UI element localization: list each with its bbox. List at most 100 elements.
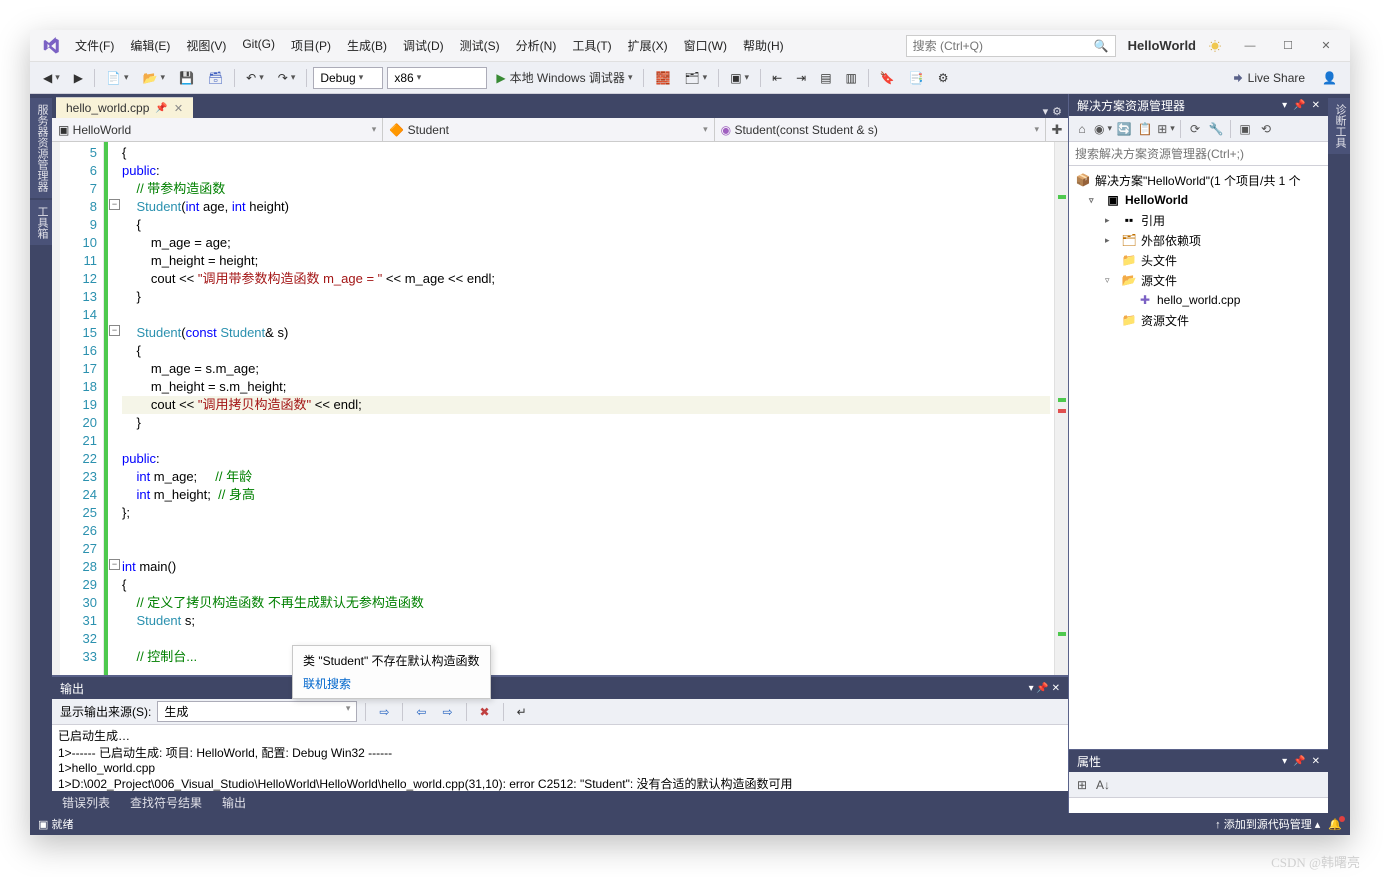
sln-tool-5[interactable]: 🔧 (1207, 120, 1225, 138)
prop-close-icon[interactable]: ✕ (1312, 756, 1320, 767)
config-dropdown[interactable]: Debug (313, 67, 383, 89)
output-clear-icon[interactable]: ✖ (475, 701, 495, 723)
overview-ruler[interactable] (1054, 142, 1068, 675)
sln-home-icon[interactable]: ⌂ (1073, 120, 1091, 138)
solution-search-input[interactable] (1075, 147, 1322, 161)
sln-tool-7[interactable]: ⟲ (1257, 120, 1275, 138)
nav-back-button[interactable]: ◀ (38, 67, 65, 89)
toolbox-tab[interactable]: 工具箱 (30, 200, 52, 245)
prop-categorize-icon[interactable]: ⊞ (1073, 776, 1091, 794)
menu-item[interactable]: 扩展(X) (621, 33, 675, 58)
close-tab-icon[interactable]: ✕ (174, 102, 183, 115)
uncomment-icon[interactable]: ▥ (841, 67, 862, 89)
sln-tool-3[interactable]: ⊞ (1157, 120, 1175, 138)
menu-item[interactable]: 项目(P) (284, 33, 338, 58)
tool-icon-1[interactable]: 🧱 (650, 67, 675, 89)
nav-forward-button[interactable]: ▶ (69, 67, 88, 89)
prop-sort-icon[interactable]: A↓ (1094, 776, 1112, 794)
tooltip-search-link[interactable]: 联机搜索 (303, 675, 480, 692)
output-tab[interactable]: 输出 (218, 792, 250, 813)
indent-in-icon[interactable]: ⇥ (791, 67, 811, 89)
tool-icon-2[interactable]: 🗂 (679, 67, 712, 89)
menu-item[interactable]: 调试(D) (396, 33, 451, 58)
project-node[interactable]: ▿▣HelloWorld (1069, 190, 1328, 210)
headers-node[interactable]: 📁头文件 (1069, 250, 1328, 270)
menu-item[interactable]: 帮助(H) (736, 33, 791, 58)
tabstrip-menu-icon[interactable]: ▾ (1043, 105, 1049, 118)
menu-item[interactable]: 分析(N) (509, 33, 564, 58)
output-pin-icon[interactable]: ▾ 📌 ✕ (1029, 683, 1060, 694)
outlining-margin[interactable]: −−− (104, 142, 118, 675)
tool-icon-3[interactable]: ▣ (725, 67, 754, 89)
server-explorer-tab[interactable]: 服务器资源管理器 (30, 98, 52, 198)
open-button[interactable]: 📂 (137, 67, 169, 89)
menu-item[interactable]: 窗口(W) (677, 33, 734, 58)
notification-bell-icon[interactable]: 🔔 (1328, 818, 1342, 831)
close-button[interactable]: ✕ (1308, 34, 1344, 58)
sln-tool-1[interactable]: ◉ (1094, 120, 1112, 138)
save-button[interactable]: 💾 (174, 67, 199, 89)
menu-item[interactable]: Git(G) (235, 33, 282, 58)
pane-close-icon[interactable]: ✕ (1312, 100, 1320, 111)
pane-menu-icon[interactable]: ▾ (1282, 100, 1287, 111)
search-input[interactable] (913, 39, 1094, 53)
find-symbol-tab[interactable]: 查找符号结果 (126, 792, 206, 813)
output-next-icon[interactable]: ⇨ (437, 701, 457, 723)
sln-tool-4[interactable]: ⟳ (1186, 120, 1204, 138)
resources-node[interactable]: 📁资源文件 (1069, 310, 1328, 330)
minimize-button[interactable]: — (1232, 34, 1268, 58)
split-view-button[interactable]: ✚ (1046, 118, 1068, 141)
live-share-button[interactable]: Live Share (1222, 69, 1313, 87)
undo-button[interactable]: ↶ (241, 67, 269, 89)
source-node[interactable]: ▿📂源文件 (1069, 270, 1328, 290)
output-source-dropdown[interactable]: 生成▾ (157, 701, 357, 722)
tool-icon-4[interactable]: 📑 (904, 67, 929, 89)
sln-tool-2[interactable]: 📋 (1136, 120, 1154, 138)
save-all-button[interactable]: 🗃 (203, 67, 228, 89)
solution-root[interactable]: 📦解决方案"HelloWorld"(1 个项目/共 1 个 (1069, 170, 1328, 190)
notification-bulb-icon[interactable] (1208, 38, 1224, 54)
menu-item[interactable]: 视图(V) (179, 33, 233, 58)
tabstrip-options-icon[interactable]: ⚙ (1052, 105, 1062, 118)
indent-out-icon[interactable]: ⇤ (767, 67, 787, 89)
pane-pin-icon[interactable]: 📌 (1293, 100, 1305, 111)
output-prev-icon[interactable]: ⇦ (411, 701, 431, 723)
feedback-icon[interactable]: 👤 (1317, 67, 1342, 89)
menu-item[interactable]: 测试(S) (453, 33, 507, 58)
code-body[interactable]: {public: // 带参构造函数 Student(int age, int … (118, 142, 1054, 675)
class-dropdown[interactable]: 🔶 Student▾ (383, 118, 714, 141)
bookmark-icon[interactable]: 🔖 (875, 67, 900, 89)
output-goto-icon[interactable]: ⇨ (374, 701, 394, 723)
external-deps-node[interactable]: ▸🗂外部依赖项 (1069, 230, 1328, 250)
menu-item[interactable]: 工具(T) (565, 33, 618, 58)
menu-item[interactable]: 编辑(E) (123, 33, 177, 58)
tool-icon-5[interactable]: ⚙ (933, 67, 954, 89)
references-node[interactable]: ▸▪▪引用 (1069, 210, 1328, 230)
pin-icon[interactable]: 📌 (155, 103, 167, 114)
error-list-tab[interactable]: 错误列表 (58, 792, 114, 813)
solution-tree[interactable]: 📦解决方案"HelloWorld"(1 个项目/共 1 个 ▿▣HelloWor… (1069, 166, 1328, 749)
sln-sync-icon[interactable]: 🔄 (1115, 120, 1133, 138)
scope-dropdown[interactable]: ▣ HelloWorld▾ (52, 118, 383, 141)
comment-icon[interactable]: ▤ (815, 67, 836, 89)
sln-tool-6[interactable]: ▣ (1236, 120, 1254, 138)
prop-menu-icon[interactable]: ▾ (1282, 756, 1287, 767)
prop-pin-icon[interactable]: 📌 (1293, 756, 1305, 767)
add-source-control-button[interactable]: ↑ 添加到源代码管理 ▴ (1215, 816, 1320, 832)
menu-item[interactable]: 文件(F) (68, 33, 121, 58)
output-wrap-icon[interactable]: ↵ (512, 701, 532, 723)
member-dropdown[interactable]: ◉ Student(const Student & s)▾ (715, 118, 1046, 141)
redo-button[interactable]: ↷ (273, 67, 301, 89)
platform-dropdown[interactable]: x86 (387, 67, 487, 89)
new-file-button[interactable]: 📄 (101, 67, 133, 89)
output-text[interactable]: 已启动生成…1>------ 已启动生成: 项目: HelloWorld, 配置… (52, 725, 1068, 791)
maximize-button[interactable]: ☐ (1270, 34, 1306, 58)
diagnostics-tab[interactable]: 诊断工具 (1328, 98, 1350, 154)
solution-search[interactable] (1069, 142, 1328, 166)
source-file-node[interactable]: ✚hello_world.cpp (1069, 290, 1328, 310)
start-debug-button[interactable]: ▶本地 Windows 调试器 (491, 67, 637, 89)
code-editor[interactable]: 5678910111213141516171819202122232425262… (52, 142, 1068, 675)
file-tab[interactable]: hello_world.cpp 📌 ✕ (56, 97, 193, 118)
menu-item[interactable]: 生成(B) (340, 33, 394, 58)
search-box[interactable]: 🔍 (906, 35, 1116, 57)
